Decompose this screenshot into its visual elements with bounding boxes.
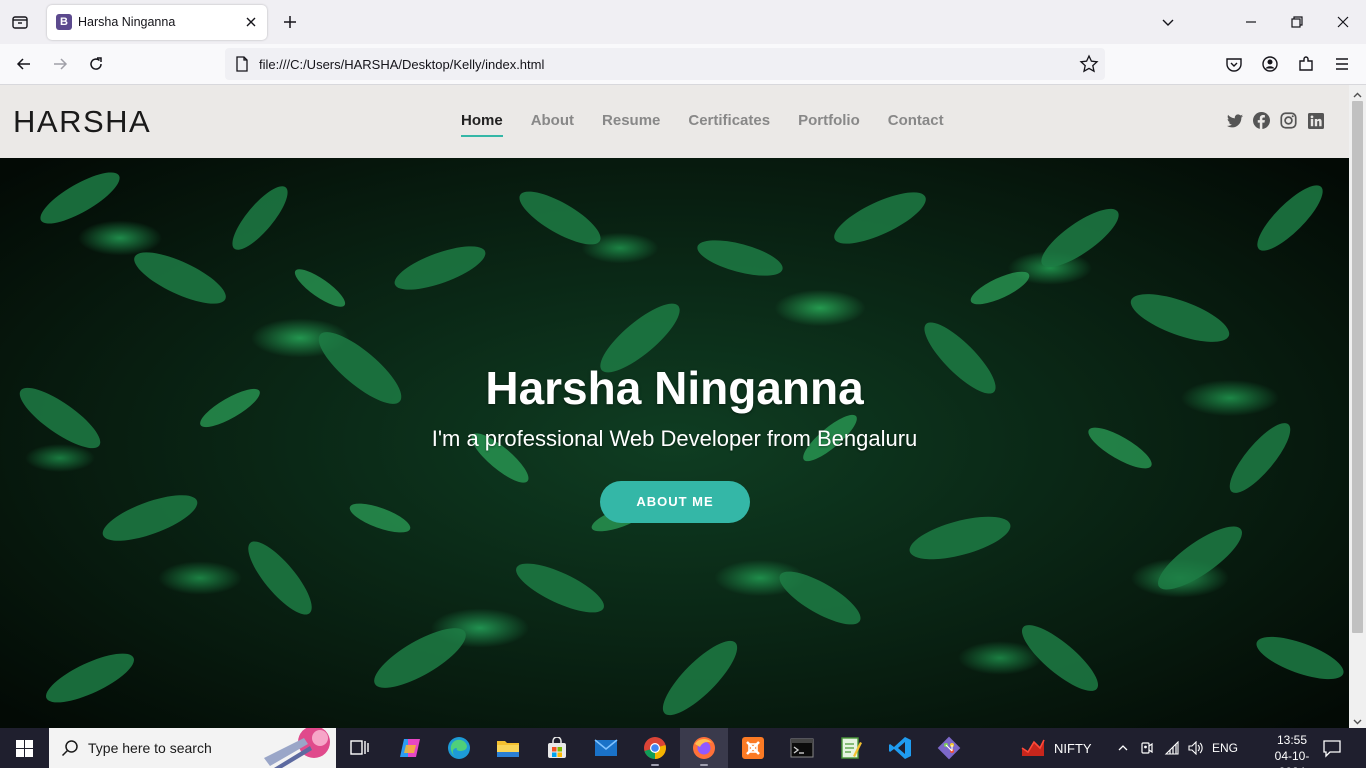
microsoft-store-icon[interactable]	[533, 728, 581, 768]
page-icon	[235, 56, 249, 72]
meet-now-icon[interactable]	[1138, 728, 1156, 768]
nav-portfolio[interactable]: Portfolio	[798, 112, 860, 137]
reload-icon[interactable]	[84, 52, 108, 76]
input-language[interactable]: ENG	[1212, 741, 1238, 755]
about-me-button[interactable]: ABOUT ME	[600, 481, 750, 523]
show-hidden-icons-icon[interactable]	[1114, 728, 1132, 768]
browser-tab-bar: B Harsha Ninganna	[0, 0, 1366, 44]
site-nav: Home About Resume Certificates Portfolio…	[461, 112, 944, 137]
facebook-icon[interactable]	[1253, 112, 1270, 129]
url-bar[interactable]: file:///C:/Users/HARSHA/Desktop/Kelly/in…	[225, 48, 1105, 80]
linkedin-icon[interactable]	[1307, 112, 1324, 129]
twitter-icon[interactable]	[1226, 112, 1243, 129]
nav-resume[interactable]: Resume	[602, 112, 660, 137]
hero-title: Harsha Ninganna	[485, 362, 864, 414]
restore-icon[interactable]	[1285, 10, 1309, 34]
page-viewport: HARSHA Home About Resume Certificates Po…	[0, 85, 1349, 728]
scroll-thumb[interactable]	[1352, 101, 1363, 633]
tab-close-icon[interactable]	[243, 14, 259, 30]
ticker-label: NIFTY	[1054, 740, 1092, 756]
system-clock[interactable]: 13:55 04-10-2024	[1262, 732, 1322, 768]
search-highlight-image	[264, 728, 336, 768]
mail-icon[interactable]	[582, 728, 630, 768]
volume-icon[interactable]	[1186, 728, 1206, 768]
clock-date: 04-10-2024	[1274, 749, 1310, 768]
browser-toolbar: file:///C:/Users/HARSHA/Desktop/Kelly/in…	[0, 44, 1366, 85]
account-icon[interactable]	[1258, 52, 1282, 76]
network-icon[interactable]	[1162, 728, 1182, 768]
git-icon[interactable]	[925, 728, 973, 768]
pocket-icon[interactable]	[1222, 52, 1246, 76]
copilot-icon[interactable]	[386, 728, 434, 768]
edge-icon[interactable]	[435, 728, 483, 768]
stock-chart-icon	[1020, 736, 1046, 761]
nav-contact[interactable]: Contact	[888, 112, 944, 137]
firefox-icon[interactable]	[680, 728, 728, 768]
hero-section: Harsha Ninganna I'm a professional Web D…	[0, 158, 1349, 728]
hero-content: Harsha Ninganna I'm a professional Web D…	[0, 158, 1349, 728]
back-icon[interactable]	[12, 52, 36, 76]
chrome-icon[interactable]	[631, 728, 679, 768]
list-all-tabs-icon[interactable]	[1156, 10, 1180, 34]
windows-taskbar: Type here to search NIFTY ENG 13:55 04-1…	[0, 728, 1366, 768]
tab-list-icon[interactable]	[8, 10, 32, 34]
close-window-icon[interactable]	[1331, 10, 1355, 34]
browser-tab-active[interactable]: B Harsha Ninganna	[47, 5, 267, 40]
windows-start-icon[interactable]	[0, 728, 48, 768]
site-logo[interactable]: HARSHA	[13, 104, 151, 140]
nav-about[interactable]: About	[531, 112, 574, 137]
site-header: HARSHA Home About Resume Certificates Po…	[0, 85, 1349, 158]
tab-title: Harsha Ninganna	[78, 15, 176, 29]
task-view-icon[interactable]	[336, 728, 384, 768]
notepad-icon[interactable]	[827, 728, 875, 768]
xampp-icon[interactable]	[729, 728, 777, 768]
file-explorer-icon[interactable]	[484, 728, 532, 768]
stock-ticker[interactable]: NIFTY	[1020, 728, 1092, 768]
extensions-icon[interactable]	[1294, 52, 1318, 76]
new-tab-icon[interactable]	[280, 12, 300, 32]
search-placeholder: Type here to search	[88, 740, 212, 756]
clock-time: 13:55	[1276, 733, 1308, 747]
scroll-down-icon[interactable]	[1352, 714, 1363, 725]
bookmark-star-icon[interactable]	[1079, 54, 1099, 74]
minimize-icon[interactable]	[1239, 10, 1263, 34]
menu-icon[interactable]	[1330, 52, 1354, 76]
search-icon	[61, 739, 79, 757]
url-text: file:///C:/Users/HARSHA/Desktop/Kelly/in…	[259, 57, 545, 72]
bootstrap-favicon-icon: B	[56, 14, 72, 30]
scroll-up-icon[interactable]	[1352, 88, 1363, 99]
social-links	[1226, 112, 1324, 129]
taskbar-search-box[interactable]: Type here to search	[49, 728, 336, 768]
nav-home[interactable]: Home	[461, 112, 503, 137]
notification-icon[interactable]	[1322, 738, 1342, 758]
page-scrollbar[interactable]	[1349, 85, 1366, 728]
forward-icon[interactable]	[48, 52, 72, 76]
terminal-icon[interactable]	[778, 728, 826, 768]
nav-certificates[interactable]: Certificates	[688, 112, 770, 137]
instagram-icon[interactable]	[1280, 112, 1297, 129]
vscode-icon[interactable]	[876, 728, 924, 768]
hero-subtitle: I'm a professional Web Developer from Be…	[431, 426, 918, 451]
